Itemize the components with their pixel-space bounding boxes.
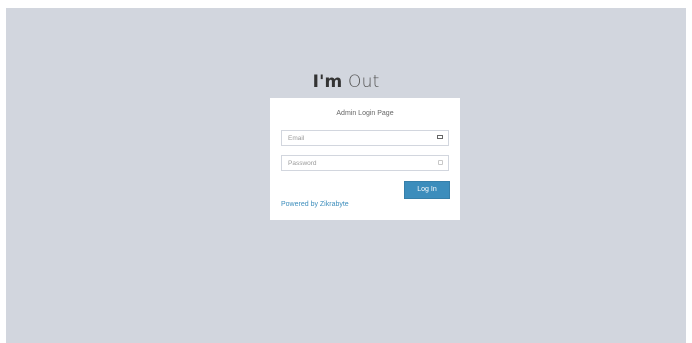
email-field-wrapper <box>281 130 449 146</box>
login-box: Admin Login Page Log In Powered by Zikra… <box>270 98 460 220</box>
powered-by-link[interactable]: Powered by Zikrabyte <box>281 201 349 208</box>
login-box-message: Admin Login Page <box>336 110 394 117</box>
lock-icon <box>438 160 443 165</box>
login-button[interactable]: Log In <box>404 181 450 199</box>
email-field[interactable] <box>282 131 438 145</box>
login-page: I'm Out Admin Login Page Log In Powered … <box>6 8 686 343</box>
password-field-wrapper <box>281 155 449 171</box>
password-field[interactable] <box>282 156 438 170</box>
logo-light-text: Out <box>348 72 380 92</box>
app-logo: I'm Out <box>6 72 686 92</box>
envelope-icon <box>437 135 443 139</box>
logo-bold-text: I'm <box>312 72 343 92</box>
